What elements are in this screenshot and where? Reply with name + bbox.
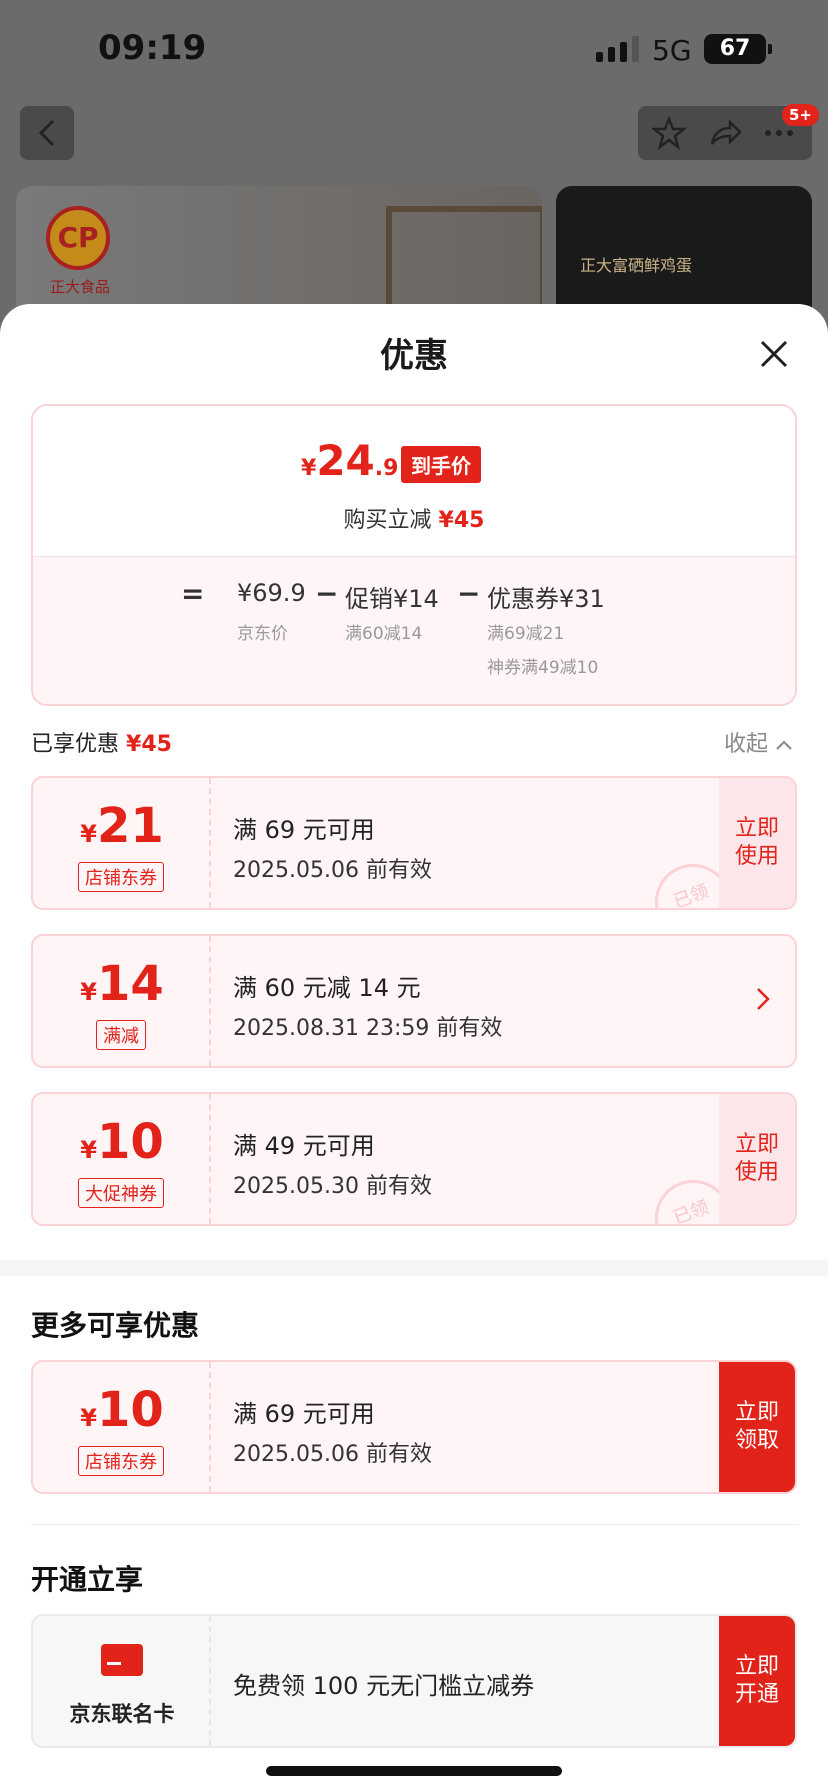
card-name: 京东联名卡 [69, 1702, 175, 1726]
close-icon[interactable] [758, 338, 790, 370]
coupon-type-tag: 店铺东券 [78, 862, 164, 892]
coupon-amount: ¥14 [80, 956, 164, 1012]
coupon-card: ¥21 店铺东券 满 69 元可用 2025.05.06 前有效 已领 立即 使用 [31, 776, 797, 910]
sheet-title: 优惠 [380, 336, 448, 376]
brand-name: 正大食品 [50, 278, 111, 296]
brand-logo: CP [46, 206, 110, 270]
equals-sign: = [181, 577, 205, 610]
coupon-condition: 满 60 元减 14 元 [233, 974, 421, 1002]
home-indicator [266, 1766, 562, 1776]
final-price-tag: 到手价 [401, 446, 481, 483]
product-thumbnail[interactable]: 正大富硒鲜鸡蛋 [556, 186, 812, 316]
co-brand-card: 京东联名卡 免费领 100 元无门槛立减券 立即 开通 [31, 1614, 797, 1748]
coupon-value-area: ¥10 大促神券 [33, 1094, 211, 1224]
battery-icon: 67 [704, 34, 772, 64]
use-now-button[interactable]: 立即 使用 [719, 778, 795, 908]
minus-sign: − [457, 577, 481, 610]
coupon-label-2: 神券满49减10 [487, 658, 599, 678]
chevron-right-icon[interactable] [755, 986, 771, 1012]
coupon-amount: ¥10 [80, 1382, 164, 1438]
message-count-badge: 5+ [782, 104, 820, 126]
coupon-type-tag: 满减 [96, 1020, 146, 1050]
divider-line [31, 1524, 797, 1525]
jd-price-label: 京东价 [237, 624, 288, 644]
status-time: 09:19 [98, 28, 207, 68]
star-icon[interactable] [652, 116, 686, 150]
product-banner: CP 正大食品 [16, 186, 542, 316]
discount-sheet: 优惠 ¥24.9 到手价 购买立减 ¥45 = ¥69.9 京东价 − 促销¥1… [0, 304, 828, 1792]
minus-sign: − [315, 577, 339, 610]
coupon-condition: 满 49 元可用 [233, 1132, 375, 1160]
coupon-expiry: 2025.05.06 前有效 [233, 1442, 432, 1467]
price-formula: = ¥69.9 京东价 − 促销¥14 满60减14 − 优惠券¥31 满69减… [33, 556, 795, 704]
card-info-area: 京东联名卡 [33, 1616, 211, 1746]
back-button[interactable] [20, 106, 74, 160]
status-bar: 09:19 5G 67 [0, 0, 828, 100]
promo-amount: 促销¥14 [345, 585, 439, 613]
coupon-value-area: ¥14 满减 [33, 936, 211, 1066]
coupon-label-1: 满69减21 [487, 624, 565, 644]
coupon-card: ¥10 店铺东券 满 69 元可用 2025.05.06 前有效 立即 领取 [31, 1360, 797, 1494]
enjoyed-discount: 已享优惠 ¥45 [31, 732, 172, 757]
card-offer: 免费领 100 元无门槛立减券 [233, 1672, 535, 1700]
collapse-button[interactable]: 收起 [724, 726, 793, 758]
coupon-expiry: 2025.05.06 前有效 [233, 858, 432, 883]
final-price-area: ¥24.9 到手价 购买立减 ¥45 [33, 406, 795, 556]
coupon-value-area: ¥10 店铺东券 [33, 1362, 211, 1492]
coupon-condition: 满 69 元可用 [233, 816, 375, 844]
network-type: 5G [652, 34, 692, 67]
chevron-left-icon [38, 119, 55, 147]
coupon-amount: ¥10 [80, 1114, 164, 1170]
reduce-summary: 购买立减 ¥45 [343, 508, 485, 533]
coupon-value-area: ¥21 店铺东券 [33, 778, 211, 908]
claim-now-button[interactable]: 立即 领取 [719, 1362, 795, 1492]
coupon-amount: 优惠券¥31 [487, 585, 605, 613]
use-now-button[interactable]: 立即 使用 [719, 1094, 795, 1224]
final-price: ¥24.9 [301, 436, 399, 485]
coupon-expiry: 2025.05.30 前有效 [233, 1174, 432, 1199]
chevron-up-icon [776, 740, 792, 750]
jd-price: ¥69.9 [237, 579, 306, 607]
more-discounts-title: 更多可享优惠 [31, 1309, 200, 1342]
section-divider [0, 1260, 828, 1276]
coupon-condition: 满 69 元可用 [233, 1400, 375, 1428]
open-now-button[interactable]: 立即 开通 [719, 1616, 795, 1746]
promo-label: 满60减14 [345, 624, 423, 644]
coupon-amount: ¥21 [80, 798, 164, 854]
price-breakdown: ¥24.9 到手价 购买立减 ¥45 = ¥69.9 京东价 − 促销¥14 满… [31, 404, 797, 706]
credit-card-icon [101, 1644, 143, 1676]
coupon-type-tag: 大促神券 [78, 1178, 164, 1208]
coupon-expiry: 2025.08.31 23:59 前有效 [233, 1016, 503, 1041]
thumbnail-text: 正大富硒鲜鸡蛋 [580, 256, 693, 275]
signal-icon [596, 36, 639, 62]
coupon-card[interactable]: ¥14 满减 满 60 元减 14 元 2025.08.31 23:59 前有效 [31, 934, 797, 1068]
coupon-card: ¥10 大促神券 满 49 元可用 2025.05.30 前有效 已领 立即 使用 [31, 1092, 797, 1226]
coupon-type-tag: 店铺东券 [78, 1446, 164, 1476]
share-icon[interactable] [708, 116, 742, 150]
shelf-image [386, 206, 542, 316]
open-benefits-title: 开通立享 [31, 1563, 144, 1596]
